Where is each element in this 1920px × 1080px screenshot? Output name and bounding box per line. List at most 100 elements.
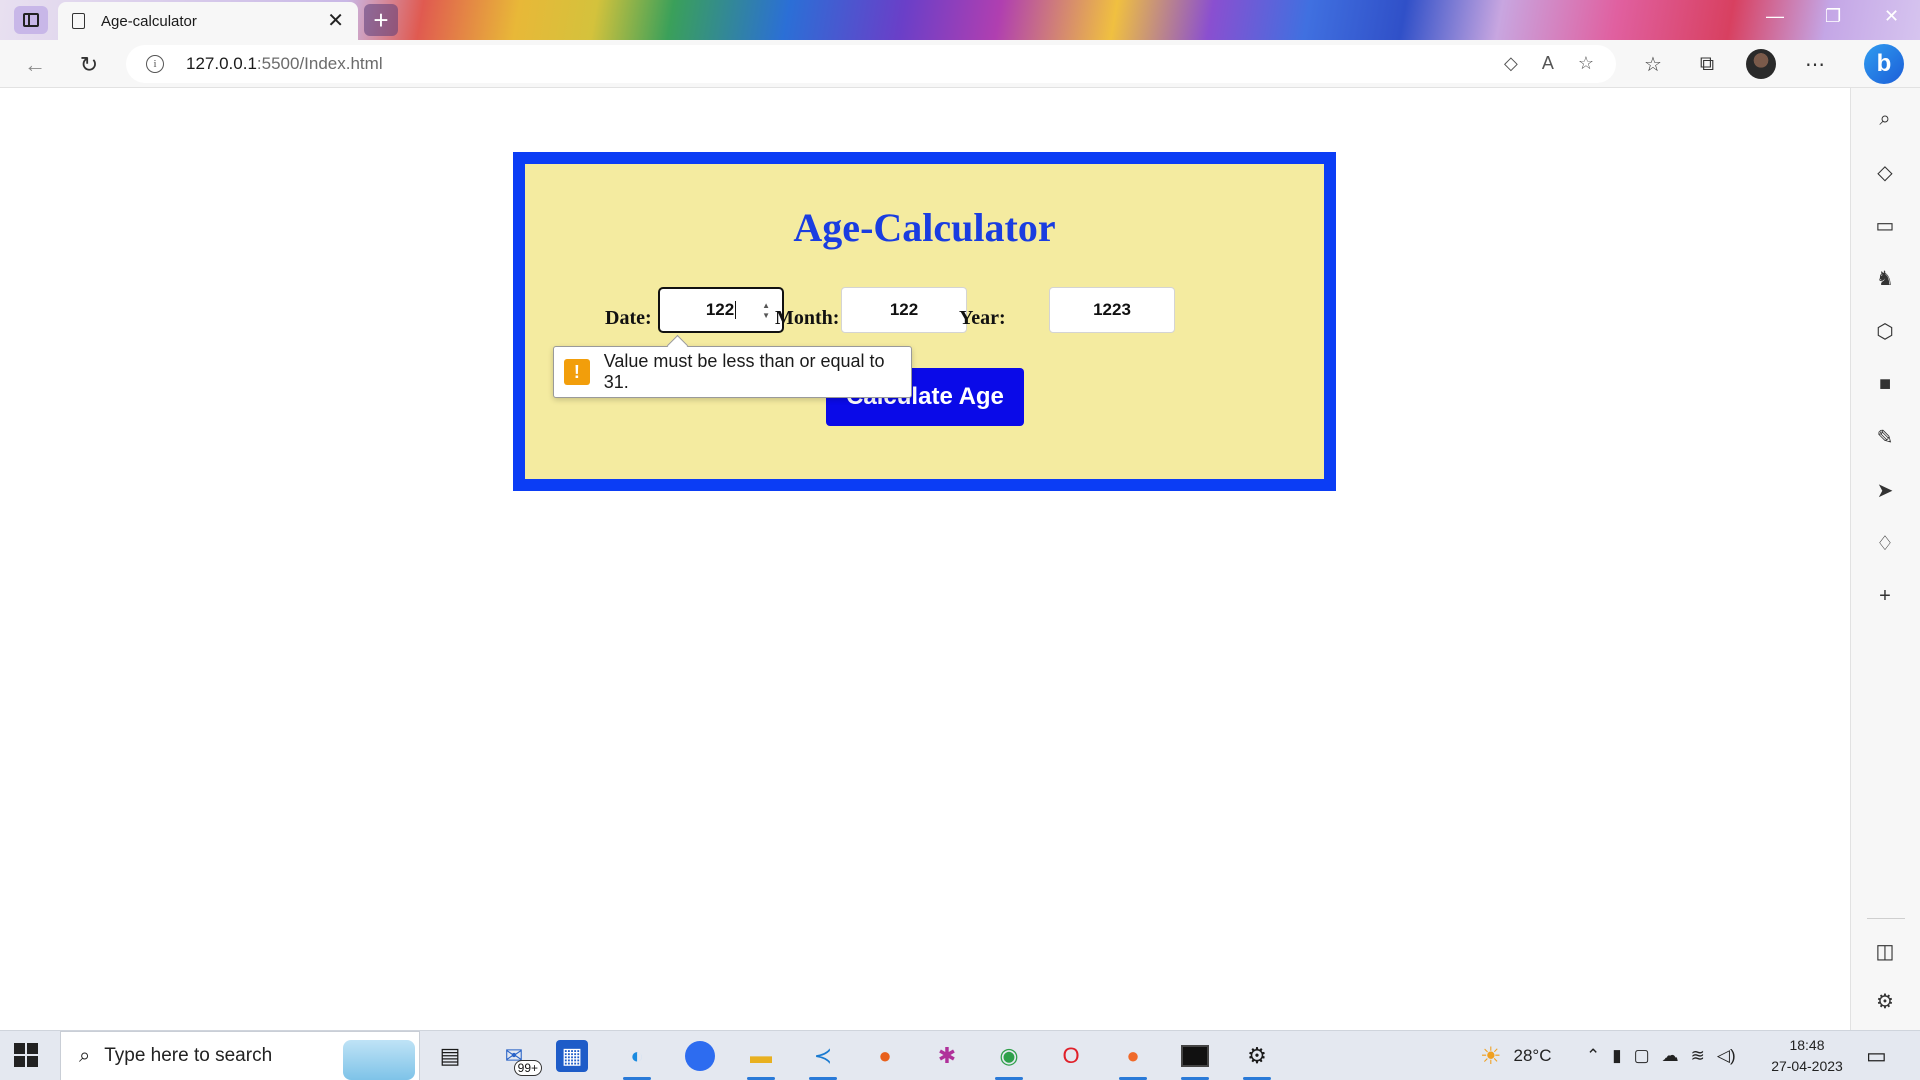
- toolbar-buttons: ☆ ⧉ ⋯: [1636, 48, 1832, 80]
- url-host: 127.0.0.1: [186, 54, 257, 73]
- favorites-icon: ☆: [1644, 53, 1662, 76]
- sidebar-settings-button[interactable]: ⚙: [1868, 984, 1902, 1018]
- store-app[interactable]: ▦: [556, 1040, 588, 1072]
- search-placeholder: Type here to search: [104, 1045, 273, 1066]
- mail-app[interactable]: ✉ 99+: [494, 1038, 542, 1076]
- new-tab-button[interactable]: +: [364, 4, 398, 36]
- wifi-icon[interactable]: ≋: [1691, 1046, 1705, 1066]
- sidebar-add-button[interactable]: +: [1868, 579, 1902, 613]
- sidebar-search-button[interactable]: ⌕: [1868, 102, 1902, 136]
- more-options-button[interactable]: ⋯: [1798, 48, 1832, 80]
- notifications-button[interactable]: ▭: [1866, 1031, 1887, 1080]
- sidebar-hide-button[interactable]: ◫: [1868, 934, 1902, 968]
- more-icon: ⋯: [1805, 53, 1825, 76]
- back-button[interactable]: ←: [20, 50, 50, 80]
- sidebar-send-button[interactable]: ➤: [1868, 473, 1902, 507]
- start-button[interactable]: [14, 1043, 38, 1067]
- opera-icon: O: [1062, 1043, 1080, 1068]
- year-label: Year:: [959, 307, 1006, 329]
- postman-app[interactable]: ●: [1113, 1038, 1153, 1080]
- sidebar-office-button[interactable]: ⬡: [1868, 314, 1902, 348]
- bing-chat-button[interactable]: b: [1864, 44, 1904, 84]
- address-bar-actions: ◇ A ☆: [1504, 53, 1594, 74]
- slack-icon: ✱: [937, 1043, 957, 1068]
- gear-icon: ⚙: [1876, 990, 1894, 1013]
- page-icon: [72, 13, 85, 29]
- edge-app[interactable]: ◐: [617, 1038, 657, 1080]
- site-info-icon[interactable]: i: [146, 55, 164, 73]
- taskbar-clock[interactable]: 18:48 27-04-2023: [1768, 1035, 1846, 1077]
- windows-logo-icon: [14, 1043, 25, 1054]
- system-tray: ⌃ ▮ ▢ ☁ ≋ ◁): [1586, 1031, 1736, 1080]
- sidebar-notifications-button[interactable]: ♢: [1868, 526, 1902, 560]
- restore-button[interactable]: ❐: [1825, 6, 1841, 27]
- add-favorite-icon[interactable]: ☆: [1578, 53, 1594, 74]
- slack-app[interactable]: ✱: [927, 1038, 967, 1074]
- weather-widget[interactable]: ☀ 28°C: [1480, 1031, 1552, 1080]
- avatar: [1746, 49, 1776, 79]
- read-aloud-icon[interactable]: A: [1542, 53, 1554, 74]
- store-icon: ▦: [561, 1043, 583, 1068]
- sidebar-divider: [1867, 918, 1905, 919]
- battery-icon[interactable]: ▮: [1612, 1046, 1621, 1066]
- zoom-app[interactable]: [680, 1038, 720, 1074]
- chrome-app[interactable]: ◉: [989, 1038, 1029, 1080]
- vscode-app[interactable]: ≺: [803, 1038, 843, 1080]
- sidebar-drop-button[interactable]: ✎: [1868, 420, 1902, 454]
- collections-button[interactable]: ⧉: [1690, 48, 1724, 80]
- task-view-button[interactable]: ▤: [430, 1038, 470, 1074]
- sun-icon: ☀: [1480, 1042, 1502, 1070]
- speaker-icon[interactable]: ◁): [1717, 1046, 1736, 1066]
- terminal-icon: [1181, 1045, 1209, 1067]
- onedrive-icon[interactable]: ☁: [1662, 1046, 1679, 1066]
- terminal-app[interactable]: [1175, 1038, 1215, 1080]
- refresh-button[interactable]: ↻: [74, 50, 104, 80]
- close-window-button[interactable]: ✕: [1884, 6, 1899, 27]
- office-icon: ⬡: [1876, 320, 1894, 343]
- age-calculator-card: Age-Calculator Date: 122 ▲ ▼ Month: 122 Y…: [513, 152, 1336, 491]
- file-explorer-app[interactable]: ▬: [741, 1038, 781, 1080]
- tab-actions-button[interactable]: [14, 6, 48, 34]
- page-title: Age-Calculator: [793, 205, 1056, 250]
- vscode-icon: ≺: [813, 1043, 833, 1068]
- browser-title-bar: Age-calculator ✕ + — ❐ ✕: [0, 0, 1920, 40]
- browser-toolbar: ← ↻ i 127.0.0.1:5500/Index.html ◇ A ☆ ☆ …: [0, 40, 1920, 88]
- search-icon: ⌕: [1879, 107, 1891, 130]
- search-highlight-image: [343, 1040, 415, 1080]
- tab-age-calculator[interactable]: Age-calculator ✕: [58, 2, 358, 40]
- tab-close-button[interactable]: ✕: [327, 11, 344, 31]
- sidebar-outlook-button[interactable]: ■: [1868, 367, 1902, 401]
- chevron-up-icon[interactable]: ⌃: [1586, 1046, 1600, 1066]
- chat-bubble-icon: ▭: [1866, 1043, 1887, 1068]
- bell-icon: ♢: [1876, 532, 1894, 555]
- date-input[interactable]: 122 ▲ ▼: [658, 287, 784, 333]
- warning-icon: !: [564, 359, 590, 385]
- sidebar-tools-button[interactable]: ▭: [1868, 208, 1902, 242]
- opera-app[interactable]: O: [1051, 1038, 1091, 1074]
- settings-app[interactable]: ⚙: [1237, 1038, 1277, 1080]
- favorites-button[interactable]: ☆: [1636, 48, 1670, 80]
- task-view-icon: ▤: [439, 1043, 461, 1068]
- validation-message: Value must be less than or equal to 31.: [603, 351, 885, 392]
- chrome-icon: ◉: [999, 1043, 1019, 1068]
- profile-button[interactable]: [1744, 48, 1778, 80]
- taskbar-search[interactable]: ⌕ Type here to search: [60, 1031, 420, 1080]
- address-bar[interactable]: i 127.0.0.1:5500/Index.html ◇ A ☆: [126, 45, 1616, 83]
- tag-icon[interactable]: ◇: [1504, 53, 1518, 74]
- bing-icon: b: [1876, 50, 1892, 77]
- year-input[interactable]: 1223: [1049, 287, 1175, 333]
- gear-icon: ⚙: [1247, 1043, 1267, 1068]
- sidebar-shopping-button[interactable]: ◇: [1868, 155, 1902, 189]
- number-spinner[interactable]: ▲ ▼: [762, 301, 770, 321]
- sidebar-games-button[interactable]: ♞: [1868, 261, 1902, 295]
- image-edit-icon: ✎: [1876, 426, 1894, 449]
- minimize-button[interactable]: —: [1766, 6, 1784, 27]
- mail-badge: 99+: [513, 1060, 542, 1076]
- meet-icon[interactable]: ▢: [1634, 1046, 1650, 1066]
- send-icon: ➤: [1876, 479, 1894, 502]
- windows-logo-pane: [27, 1043, 38, 1054]
- month-input[interactable]: 122: [841, 287, 967, 333]
- year-value: 1223: [1093, 300, 1131, 319]
- tag-icon: ◇: [1877, 161, 1893, 184]
- firefox-app[interactable]: ●: [865, 1038, 905, 1074]
